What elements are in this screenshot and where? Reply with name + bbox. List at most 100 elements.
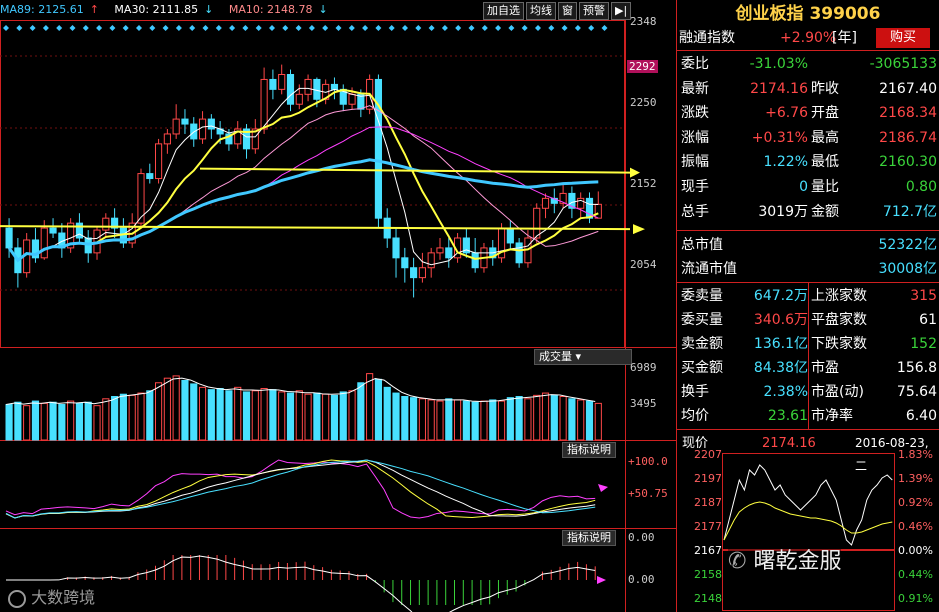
price-panel-frame — [0, 20, 625, 348]
price-tick-0: 2348 — [630, 15, 657, 28]
event-marker-icon — [441, 25, 448, 31]
collapse-panel-button[interactable]: ▶| — [611, 2, 632, 20]
quote-value: 1.22% — [763, 154, 808, 171]
candle-body — [163, 133, 171, 145]
indicator-tick-0: +100.0 — [628, 455, 668, 468]
quote-value: 340.6万 — [753, 312, 808, 328]
event-marker-icon — [295, 25, 302, 31]
volume-bar — [49, 401, 57, 441]
event-marker-icon — [402, 25, 408, 31]
intraday-right-tick: 0.91% — [898, 592, 933, 605]
quote-label: 最新 — [681, 80, 709, 97]
volume-bar — [251, 390, 259, 441]
volume-bar — [348, 390, 356, 441]
candle-body — [198, 118, 207, 140]
watermark-logo-icon — [8, 589, 26, 608]
quote-label-2: 市盈 — [811, 360, 839, 376]
quote-label-2: 昨收 — [811, 80, 839, 97]
volume-bar — [40, 402, 48, 441]
volume-bar — [242, 391, 251, 441]
volume-indicator-select[interactable]: 成交量 ▾ — [534, 349, 632, 365]
intraday-header: 现价 — [682, 436, 709, 451]
ma-line-button[interactable]: 均线 — [526, 2, 556, 20]
volume-bar — [269, 389, 277, 441]
volume-bar — [454, 399, 462, 441]
event-marker-icon — [202, 25, 209, 31]
volume-bar — [410, 397, 418, 441]
event-marker-icon — [229, 25, 236, 31]
quote-value: 0 — [799, 179, 808, 195]
volume-bar — [339, 391, 347, 441]
volume-bar — [146, 390, 154, 441]
intraday-date: 2016-08-23,二 — [855, 436, 929, 473]
volume-bar — [137, 392, 145, 441]
candle-body — [594, 203, 602, 219]
quote-value: 3019万 — [758, 203, 808, 220]
event-marker-icon — [29, 25, 36, 31]
intraday-right-tick: 1.39% — [898, 472, 933, 485]
buy-button[interactable]: 购买 — [876, 28, 930, 48]
event-marker-icon — [375, 25, 382, 31]
ma10-label: MA10: 2148.78 ↓ — [228, 3, 328, 16]
intraday-right-tick: 0.44% — [898, 568, 933, 581]
volume-tick-1: 3495 — [630, 397, 657, 410]
volume-bar — [559, 396, 567, 441]
candle-body — [506, 227, 514, 244]
intraday-price: 2174.16 — [762, 436, 816, 451]
event-marker-icon — [149, 25, 156, 31]
candle-body — [418, 267, 426, 279]
quote-value-2: 2160.30 — [879, 154, 937, 171]
intraday-right-tick: 0.00% — [898, 544, 933, 557]
volume-bar — [225, 390, 233, 441]
volume-bar — [462, 400, 470, 441]
volume-bar — [75, 402, 84, 441]
volume-bar — [436, 400, 444, 441]
quote-value-2: -3065133 — [869, 56, 937, 72]
candle-body — [269, 78, 277, 90]
event-marker-icon — [574, 25, 581, 31]
volume-bar — [418, 398, 426, 441]
volume-bar — [93, 405, 101, 441]
event-marker-icon — [175, 25, 182, 31]
candle-body — [533, 207, 541, 239]
volume-bar — [585, 400, 594, 441]
wechat-icon: ✆ — [728, 549, 754, 574]
candle-body — [260, 78, 268, 130]
volume-bar — [577, 399, 585, 441]
quote-label: 换手 — [681, 384, 709, 400]
margin-index-value: +2.90% — [780, 30, 837, 46]
volume-bar — [260, 387, 268, 441]
intraday-frame — [722, 453, 895, 611]
candle-body — [348, 93, 356, 105]
candle-body — [102, 217, 110, 231]
macd-arrow-icon — [597, 576, 606, 584]
volume-bar — [594, 402, 602, 441]
volume-bar — [550, 394, 558, 441]
volume-bar — [392, 392, 400, 441]
quote-label: 现手 — [681, 179, 709, 195]
candle-body — [374, 78, 383, 219]
window-button[interactable]: 窗 — [558, 2, 577, 20]
candle-body — [295, 93, 303, 105]
candle-body — [541, 197, 550, 209]
event-marker-icon — [189, 25, 196, 31]
candle-body — [146, 173, 154, 180]
volume-bar — [304, 393, 312, 441]
quote-value: 84.38亿 — [753, 360, 808, 376]
volume-bar — [207, 389, 215, 441]
quote-value-2: 75.64 — [896, 384, 937, 400]
candle-body — [401, 257, 409, 269]
cap-label: 总市值 — [681, 237, 723, 253]
event-marker-icon — [109, 25, 116, 31]
candle-body — [278, 74, 286, 90]
candle-body — [49, 227, 57, 234]
add-watchlist-button[interactable]: 加自选 — [483, 2, 524, 20]
quote-label-2: 开盘 — [811, 105, 839, 122]
volume-bar — [128, 394, 136, 441]
indicator-help-button-1[interactable]: 指标说明 — [562, 442, 616, 458]
volume-bar — [172, 375, 180, 441]
indicator-help-button-2[interactable]: 指标说明 — [562, 530, 616, 546]
candle-body — [172, 118, 180, 135]
alert-button[interactable]: 预警 — [579, 2, 609, 20]
candle-body — [410, 267, 418, 279]
